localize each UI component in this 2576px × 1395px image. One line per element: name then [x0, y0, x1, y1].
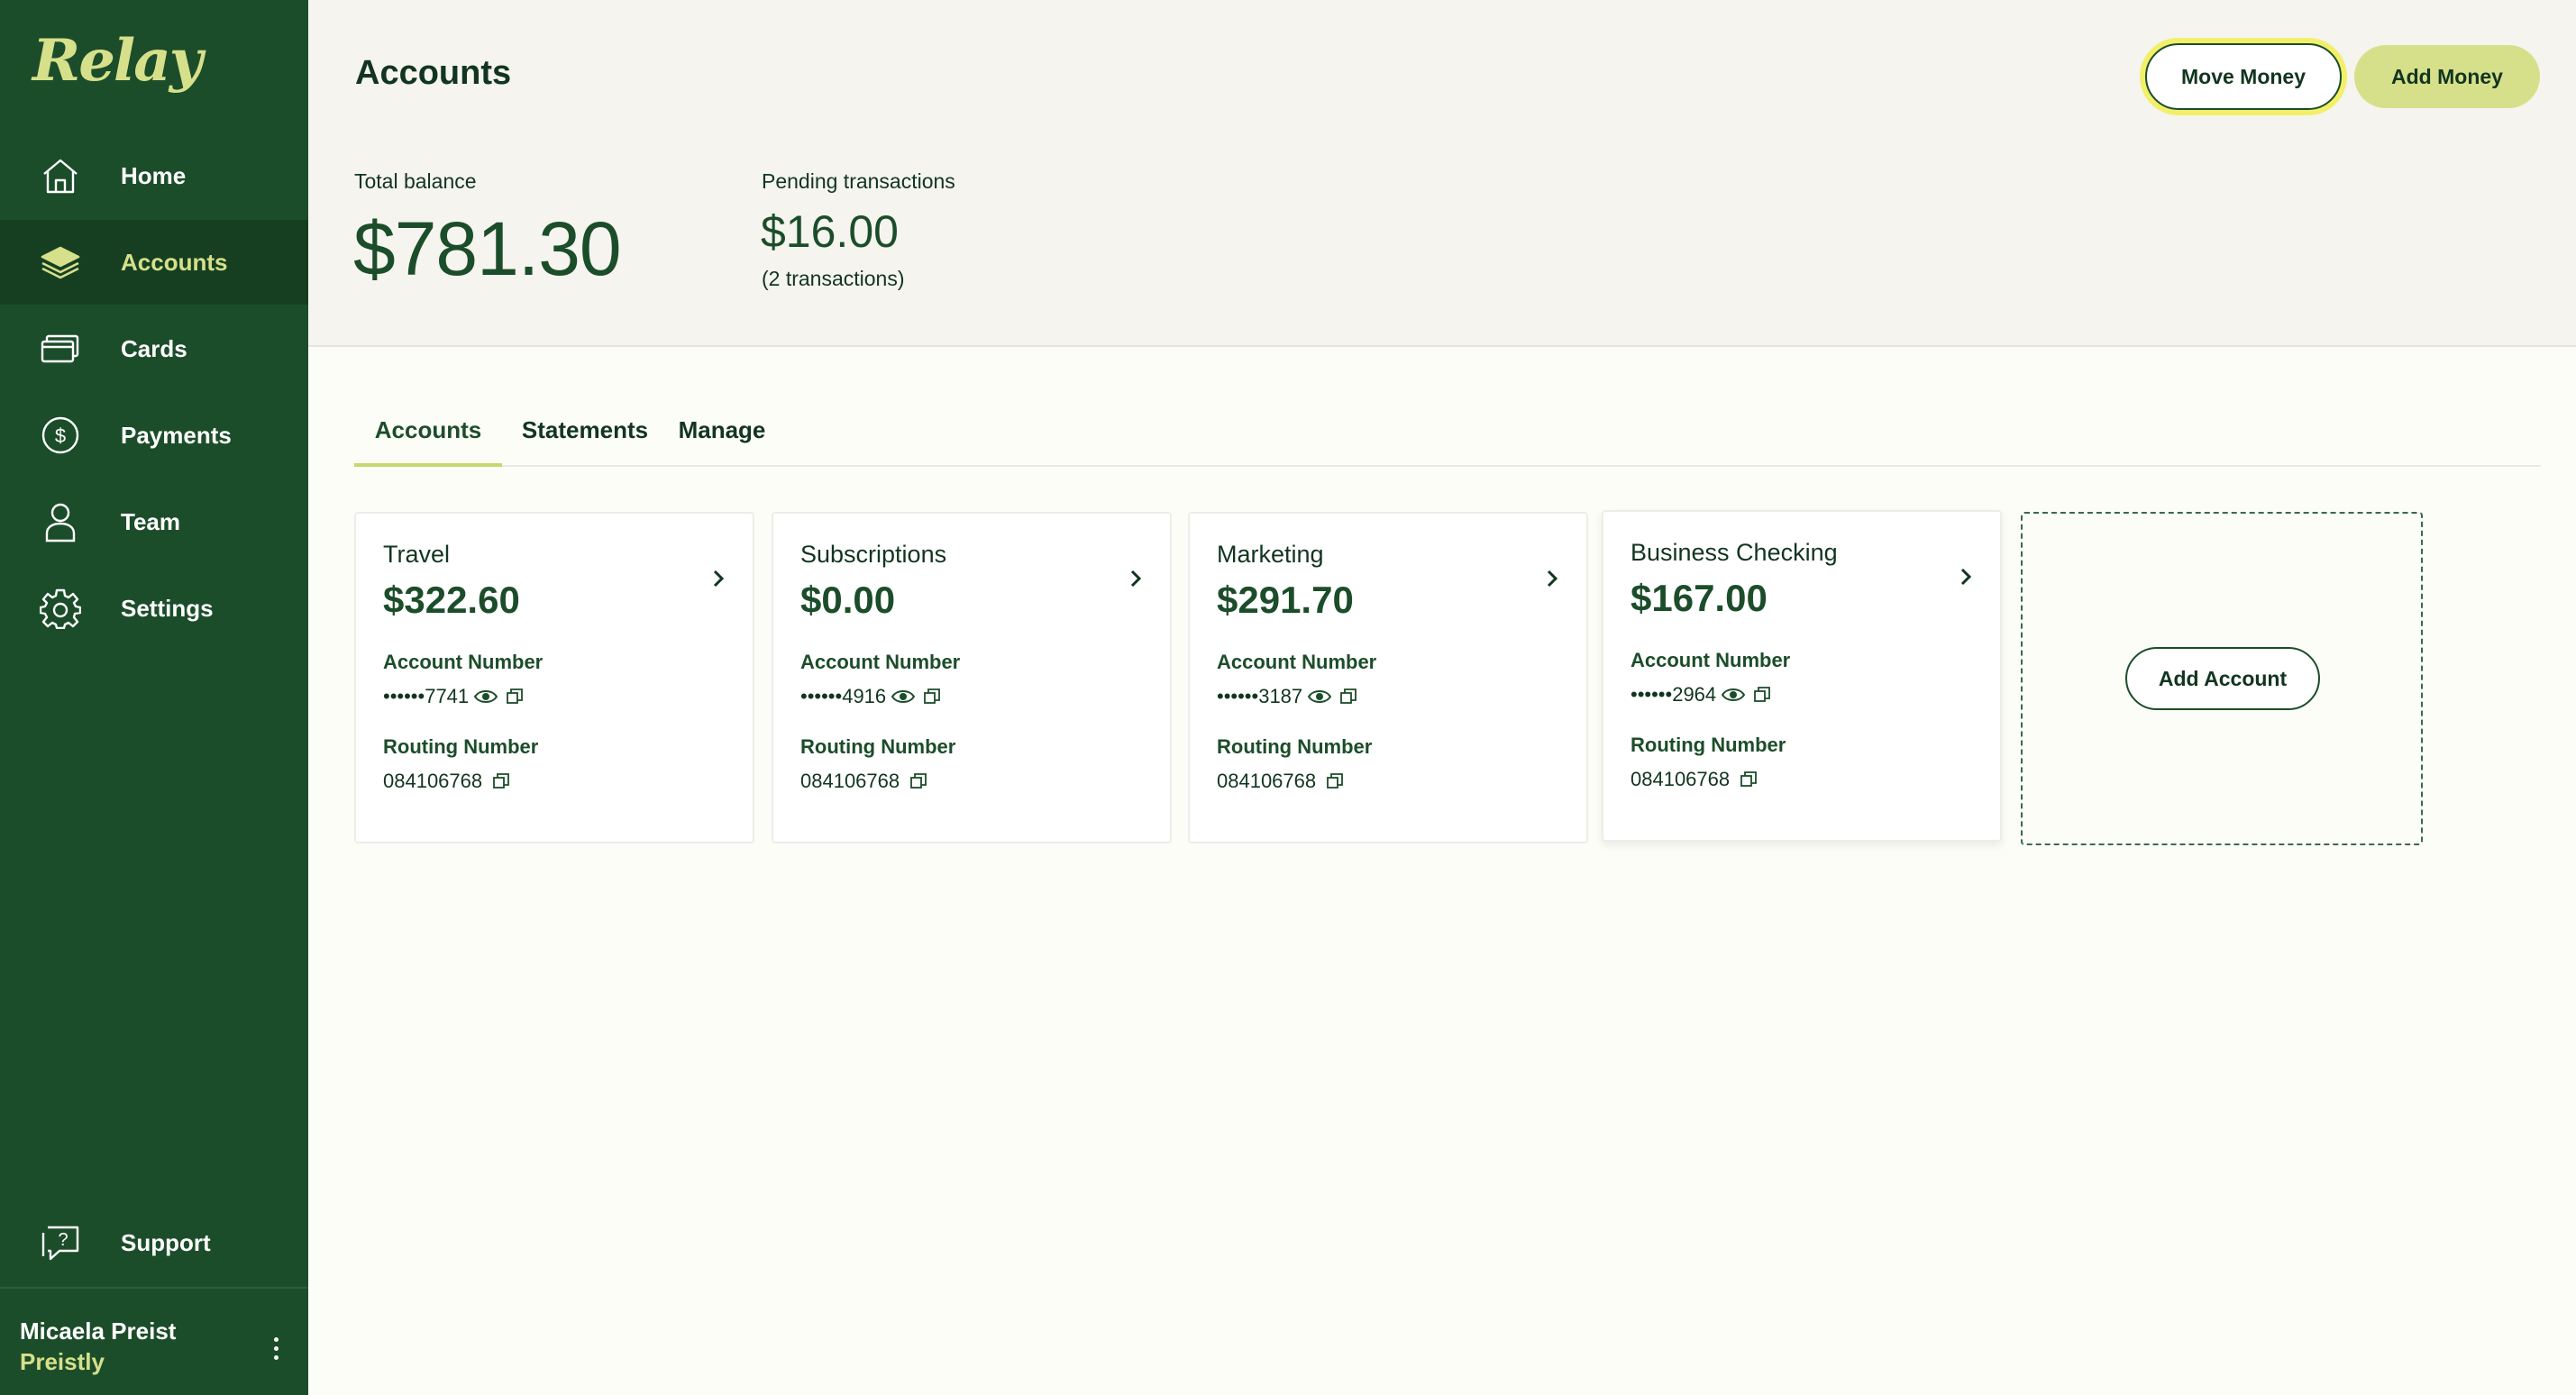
support-chat-icon: ? [38, 1220, 83, 1265]
account-name: Marketing [1217, 541, 1324, 568]
account-balance: $0.00 [800, 579, 896, 621]
account-number-masked: ••••••3187 [1217, 685, 1303, 707]
chevron-right-icon [713, 570, 725, 588]
sidebar-item-label: Cards [121, 334, 187, 362]
copy-icon[interactable] [907, 771, 930, 791]
person-icon [38, 499, 83, 544]
chevron-right-icon [1960, 568, 1972, 586]
account-number-label: Account Number [1217, 651, 1377, 673]
sidebar: Relay Home Accounts Cards $ Payments Tea… [0, 0, 308, 1395]
copy-icon[interactable] [1323, 771, 1347, 791]
eye-icon[interactable] [1308, 687, 1332, 707]
add-account-card: Add Account [2021, 512, 2423, 845]
copy-icon[interactable] [920, 687, 944, 707]
tab-accounts[interactable]: Accounts [354, 407, 502, 467]
eye-icon[interactable] [891, 687, 916, 707]
routing-number: 084106768 [1217, 770, 1317, 792]
move-money-button[interactable]: Move Money [2145, 43, 2342, 110]
routing-number-label: Routing Number [1217, 735, 1373, 758]
tab-statements[interactable]: Statements [522, 407, 648, 467]
chevron-right-icon [1547, 570, 1558, 588]
relay-logo[interactable]: Relay [32, 27, 203, 95]
copy-icon[interactable] [1337, 687, 1360, 707]
add-account-button[interactable]: Add Account [2125, 647, 2320, 710]
account-number-label: Account Number [1631, 649, 1791, 671]
pending-transactions-count: (2 transactions) [762, 267, 905, 290]
pending-transactions-value: $16.00 [761, 206, 899, 257]
total-balance-label: Total balance [354, 169, 477, 193]
sidebar-item-accounts[interactable]: Accounts [0, 220, 308, 305]
cards-icon [38, 326, 83, 371]
gear-icon [38, 586, 83, 631]
routing-number-label: Routing Number [800, 735, 956, 758]
user-name: Micaela Preist [20, 1318, 177, 1345]
page-title: Accounts [355, 54, 512, 92]
dollar-circle-icon: $ [38, 413, 83, 458]
eye-icon[interactable] [1722, 685, 1746, 705]
copy-icon[interactable] [1750, 685, 1774, 705]
account-name: Subscriptions [800, 541, 947, 568]
add-money-button[interactable]: Add Money [2354, 45, 2540, 108]
total-balance-value: $781.30 [353, 206, 622, 291]
sidebar-item-payments[interactable]: $ Payments [0, 393, 308, 478]
account-number-masked: ••••••7741 [383, 685, 470, 707]
account-balance: $291.70 [1217, 579, 1354, 621]
account-card-business-checking[interactable]: Business Checking $167.00 Account Number… [1602, 510, 2002, 842]
account-card-marketing[interactable]: Marketing $291.70 Account Number ••••••3… [1188, 512, 1588, 843]
sidebar-divider [0, 1287, 308, 1289]
routing-number: 084106768 [1631, 768, 1731, 790]
pending-transactions-label: Pending transactions [762, 169, 955, 193]
user-organization: Preistly [20, 1348, 105, 1375]
routing-number: 084106768 [800, 770, 900, 792]
account-name: Travel [383, 541, 451, 568]
layers-icon [38, 240, 83, 285]
account-balance: $167.00 [1631, 577, 1768, 619]
account-balance: $322.60 [383, 579, 520, 621]
routing-number-label: Routing Number [383, 735, 539, 758]
sidebar-item-label: Settings [121, 594, 214, 622]
sidebar-item-label: Payments [121, 421, 232, 449]
sidebar-item-label: Accounts [121, 248, 228, 276]
tab-manage[interactable]: Manage [670, 407, 774, 467]
account-number-label: Account Number [383, 651, 544, 673]
account-card-subscriptions[interactable]: Subscriptions $0.00 Account Number •••••… [772, 512, 1172, 843]
routing-number: 084106768 [383, 770, 483, 792]
sidebar-item-settings[interactable]: Settings [0, 566, 308, 651]
account-card-travel[interactable]: Travel $322.60 Account Number ••••••7741… [354, 512, 754, 843]
chevron-right-icon [1130, 570, 1142, 588]
sidebar-item-cards[interactable]: Cards [0, 306, 308, 391]
account-number-label: Account Number [800, 651, 961, 673]
sidebar-item-label: Support [121, 1228, 211, 1256]
sidebar-item-home[interactable]: Home [0, 133, 308, 218]
svg-text:$: $ [55, 424, 66, 447]
sidebar-item-team[interactable]: Team [0, 479, 308, 564]
account-number-masked: ••••••2964 [1631, 683, 1717, 706]
copy-icon[interactable] [1737, 770, 1760, 789]
sidebar-item-label: Home [121, 161, 187, 189]
tab-bar: Accounts Statements Manage [354, 407, 2541, 467]
sidebar-item-support[interactable]: ? Support [0, 1200, 308, 1285]
svg-text:?: ? [58, 1230, 68, 1250]
user-menu-button[interactable] [265, 1330, 287, 1366]
routing-number-label: Routing Number [1631, 734, 1786, 756]
more-dots-icon [273, 1336, 279, 1342]
copy-icon[interactable] [489, 771, 513, 791]
home-icon [38, 153, 83, 198]
account-name: Business Checking [1631, 539, 1838, 566]
account-number-masked: ••••••4916 [800, 685, 887, 707]
eye-icon[interactable] [474, 687, 498, 707]
copy-icon[interactable] [503, 687, 526, 707]
sidebar-item-label: Team [121, 507, 180, 535]
